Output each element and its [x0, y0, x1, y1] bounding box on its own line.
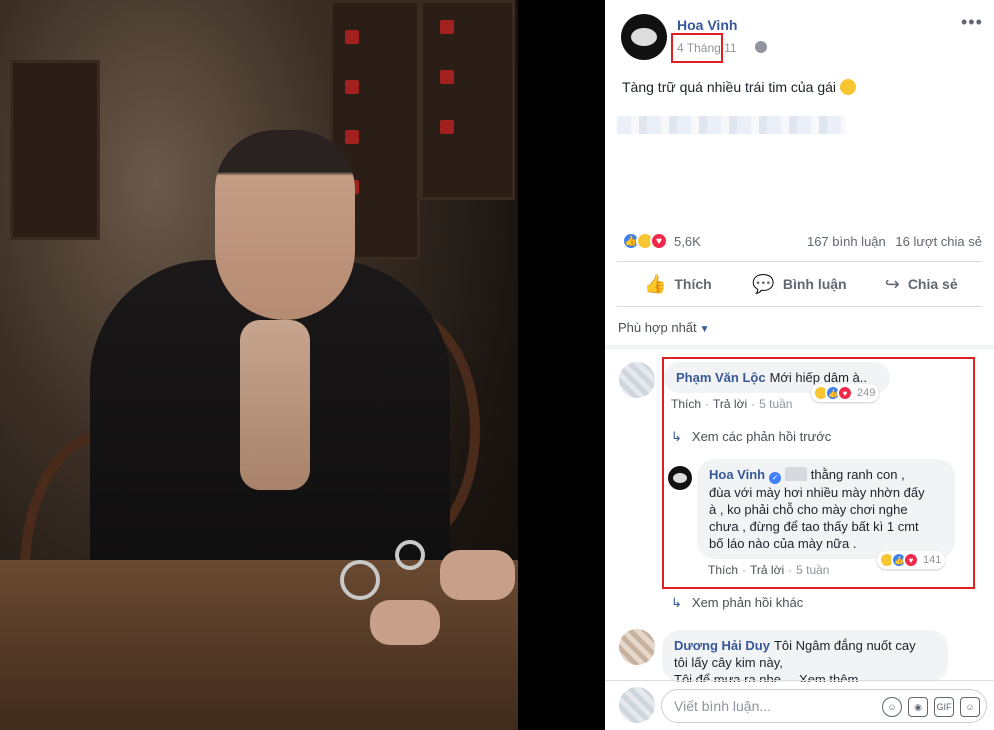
camera-icon[interactable]: ◉ [908, 697, 928, 717]
comment-text: Mới hiếp dâm à.. [769, 370, 867, 385]
love-reaction-icon: ♥ [650, 232, 668, 250]
comment-button[interactable]: 💬 Bình luận [739, 262, 861, 306]
author-name[interactable]: Hoa Vinh [677, 17, 737, 33]
blurred-tag [785, 467, 808, 481]
reply-avatar[interactable] [668, 466, 692, 490]
photo-hand [440, 550, 515, 600]
shares-count[interactable]: 16 lượt chia sẻ [895, 234, 982, 249]
comment-sort-dropdown[interactable]: Phù hợp nhất ▼ [618, 320, 710, 335]
photo-person-chest [240, 320, 310, 490]
reply-author-name[interactable]: Hoa Vinh [709, 467, 765, 482]
post-stats: 167 bình luận 16 lượt chia sẻ [807, 234, 982, 249]
divider [617, 306, 982, 307]
photo-decor [440, 20, 454, 34]
comment-icon: 💬 [752, 273, 775, 294]
comment-time[interactable]: 5 tuần [759, 397, 792, 411]
view-previous-replies[interactable]: ↳ Xem các phản hồi trước [671, 429, 831, 445]
commenter-name[interactable]: Phạm Văn Lộc [676, 370, 766, 385]
verified-badge-icon: ✓ [769, 472, 782, 484]
comment-input[interactable] [674, 698, 874, 714]
commenter-avatar[interactable] [619, 362, 655, 398]
post-text: Tàng trữ quá nhiều trái tim của gái [622, 79, 857, 95]
thumbs-up-icon: 👍 [643, 273, 667, 294]
reply-time[interactable]: 5 tuần [796, 563, 829, 577]
reply-arrow-icon: ↳ [671, 595, 682, 610]
emoji-picker-icon[interactable]: ☺ [882, 697, 902, 717]
view-other-replies[interactable]: ↳ Xem phản hồi khác [671, 595, 803, 611]
action-bar: 👍 Thích 💬 Bình luận ↪ Chia sẻ [617, 262, 982, 306]
my-avatar [619, 687, 655, 723]
globe-icon [755, 41, 767, 53]
divider [605, 680, 994, 681]
commenter-avatar[interactable] [619, 629, 655, 665]
commenter-name[interactable]: Dương Hải Duy [674, 638, 770, 653]
comment-bubble: Dương Hải Duy Tôi Ngâm đắng nuốt cay tôi … [662, 630, 948, 682]
photo-person-head [215, 130, 355, 320]
gif-icon[interactable]: GIF [934, 697, 954, 717]
comment-composer: ☺ ◉ GIF ☺ [661, 689, 987, 723]
photo-shelf [420, 0, 515, 200]
share-button[interactable]: ↪ Chia sẻ [860, 262, 982, 306]
comment-meta: Thích · Trả lời · 5 tuần [671, 397, 793, 411]
author-avatar[interactable] [621, 14, 667, 60]
photo-decor [345, 130, 359, 144]
more-options-icon[interactable]: ••• [961, 12, 983, 33]
post-panel: Hoa Vinh 4 Tháng 11 ••• Tàng trữ quá nhi… [605, 0, 994, 730]
composer-tools: ☺ ◉ GIF ☺ [876, 697, 980, 717]
reply-meta: Thích · Trả lời · 5 tuần [708, 563, 830, 577]
photo-decor [345, 30, 359, 44]
share-icon: ↪ [884, 273, 900, 294]
photo-decor [440, 70, 454, 84]
post-photo[interactable] [0, 0, 518, 730]
love-reaction-icon: ♥ [903, 552, 919, 568]
caret-down-icon: ▼ [699, 324, 710, 335]
comment-reactions[interactable]: 👍 ♥ 249 [811, 384, 880, 402]
post-date[interactable]: 4 Tháng 11 [677, 41, 737, 55]
comment-reply-link[interactable]: Trả lời [713, 397, 747, 411]
like-button[interactable]: 👍 Thích [617, 262, 739, 306]
love-reaction-icon: ♥ [837, 385, 853, 401]
sticker-icon[interactable]: ☺ [960, 697, 980, 717]
reply-arrow-icon: ↳ [671, 429, 682, 444]
photo-handcuff [340, 560, 380, 600]
section-separator [605, 345, 994, 349]
comments-count[interactable]: 167 bình luận [807, 234, 886, 249]
reaction-count: 5,6K [674, 233, 701, 249]
photo-shelf [10, 60, 100, 240]
photo-handcuff [395, 540, 425, 570]
reaction-summary[interactable]: 👍 ♥ 5,6K [622, 232, 701, 250]
emoji-icon [840, 79, 857, 95]
reply-bubble: Hoa Vinh ✓ thằng ranh con , đùa với mày h… [697, 459, 955, 559]
photo-decor [440, 120, 454, 134]
reply-like-link[interactable]: Thích [708, 563, 738, 577]
reply-reactions[interactable]: 👍 ♥ 141 [877, 551, 946, 569]
blurred-content [617, 116, 845, 134]
comment-like-link[interactable]: Thích [671, 397, 701, 411]
photo-hand [370, 600, 440, 645]
reply-reply-link[interactable]: Trả lời [750, 563, 784, 577]
photo-decor [345, 80, 359, 94]
